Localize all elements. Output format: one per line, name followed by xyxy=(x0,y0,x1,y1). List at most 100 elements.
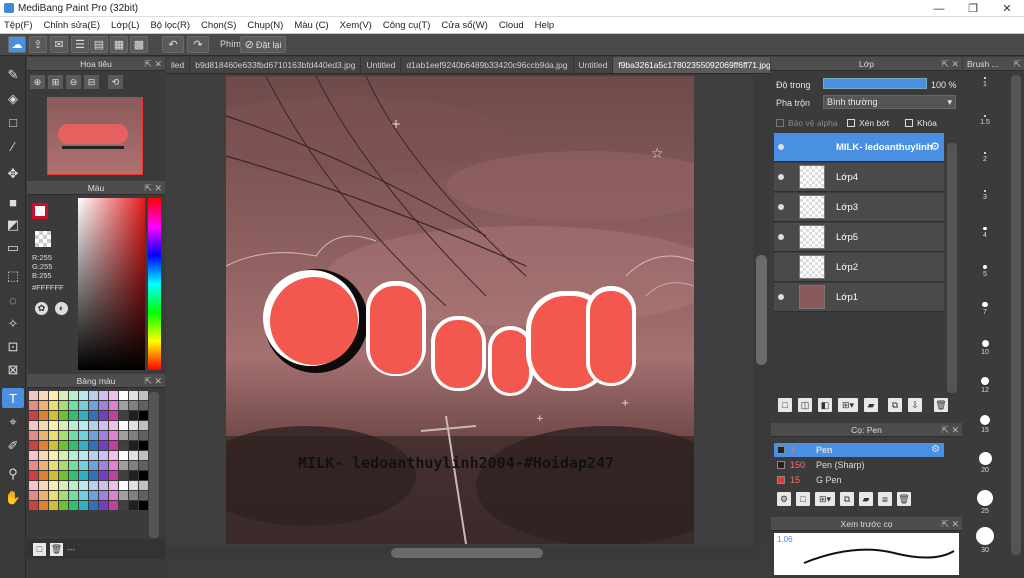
palette-swatch[interactable] xyxy=(119,401,128,410)
palette-swatch[interactable] xyxy=(49,451,58,460)
palette-swatch[interactable] xyxy=(29,391,38,400)
layer-row[interactable]: Lớp3 xyxy=(774,193,944,222)
color-wheel-icon[interactable]: ✿ xyxy=(35,302,48,315)
redo-icon[interactable]: ↷ xyxy=(187,36,209,53)
eyedropper-icon[interactable]: ⚲ xyxy=(2,464,24,484)
palette-swatch[interactable] xyxy=(29,431,38,440)
select-rect-icon[interactable]: ⬚ xyxy=(2,266,24,286)
move-tool-icon[interactable]: ✥ xyxy=(2,164,24,184)
palette-swatch[interactable] xyxy=(59,431,68,440)
brush-row[interactable]: 150 Pen (Sharp) xyxy=(774,458,944,472)
opacity-slider[interactable] xyxy=(823,78,927,89)
gear-icon[interactable]: ⚙ xyxy=(930,140,940,153)
palette-swatch[interactable] xyxy=(99,441,108,450)
palette-swatch[interactable] xyxy=(109,401,118,410)
reset-button[interactable]: ⊘ Đặt lại xyxy=(240,36,286,53)
palette-swatch[interactable] xyxy=(89,411,98,420)
dropper-pen-icon[interactable]: ✐ xyxy=(2,436,24,456)
palette-swatch[interactable] xyxy=(109,411,118,420)
palette-swatch[interactable] xyxy=(129,411,138,420)
folder-icon[interactable]: ▰ xyxy=(864,398,878,412)
palette-swatch[interactable] xyxy=(69,461,78,470)
palette-swatch[interactable] xyxy=(79,451,88,460)
palette-swatch[interactable] xyxy=(109,391,118,400)
palette-swatch[interactable] xyxy=(49,411,58,420)
palette-swatch[interactable] xyxy=(109,481,118,490)
palette-swatch[interactable] xyxy=(49,401,58,410)
brush-size-option[interactable]: 2 xyxy=(967,152,1003,163)
palette-swatch[interactable] xyxy=(139,421,148,430)
add-brush-dropdown-icon[interactable]: ⊞▾ xyxy=(815,492,835,506)
palette-swatch[interactable] xyxy=(89,431,98,440)
palette-swatch[interactable] xyxy=(59,391,68,400)
brush-size-option[interactable]: 5 xyxy=(967,264,1003,278)
panel-expand-icon[interactable]: ⇱ xyxy=(1013,57,1021,71)
lasso-icon[interactable]: ◌ xyxy=(2,290,24,310)
palette-swatch[interactable] xyxy=(59,461,68,470)
duplicate-layer-icon[interactable]: ⧉ xyxy=(888,398,902,412)
palette-swatch[interactable] xyxy=(69,491,78,500)
menu-edit[interactable]: Chỉnh sửa(E) xyxy=(44,20,101,31)
palette-swatch[interactable] xyxy=(39,411,48,420)
palette-swatch[interactable] xyxy=(39,451,48,460)
add-layer-dropdown-icon[interactable]: ⊞▾ xyxy=(838,398,858,412)
blend-mode-select[interactable]: Bình thường ▾ xyxy=(823,95,956,109)
palette-swatch[interactable] xyxy=(129,421,138,430)
palette-swatch[interactable] xyxy=(89,441,98,450)
list-icon[interactable]: ▦ xyxy=(110,36,128,53)
menu-help[interactable]: Help xyxy=(535,20,555,31)
palette-swatch[interactable] xyxy=(79,491,88,500)
clip-checkbox[interactable] xyxy=(847,119,855,127)
chat-icon[interactable]: ☰ xyxy=(71,36,89,53)
palette-swatch[interactable] xyxy=(59,441,68,450)
menu-window[interactable]: Cửa sổ(W) xyxy=(441,20,487,31)
palette-swatch[interactable] xyxy=(69,391,78,400)
brush-size-option[interactable]: 30 xyxy=(967,527,1003,554)
fill-rect-tool-icon[interactable]: ■ xyxy=(2,192,24,212)
palette-swatch[interactable] xyxy=(119,411,128,420)
cloud-icon[interactable]: ☁ xyxy=(8,36,26,53)
gear-icon[interactable]: ⚙ xyxy=(931,443,940,457)
rotate-icon[interactable]: ⟲ xyxy=(108,75,123,89)
palette-swatch[interactable] xyxy=(129,401,138,410)
palette-swatch[interactable] xyxy=(59,471,68,480)
palette-swatch[interactable] xyxy=(99,501,108,510)
palette-swatch[interactable] xyxy=(69,401,78,410)
visibility-icon[interactable] xyxy=(778,294,784,300)
new-8bit-layer-icon[interactable]: ◧ xyxy=(818,398,832,412)
palette-swatch[interactable] xyxy=(39,491,48,500)
palette-swatch[interactable] xyxy=(89,491,98,500)
saturation-value-picker[interactable] xyxy=(78,198,145,370)
delete-palette-icon[interactable]: 🗑 xyxy=(50,542,63,556)
minimize-button[interactable]: — xyxy=(922,0,956,17)
palette-swatch[interactable] xyxy=(59,421,68,430)
palette-swatch[interactable] xyxy=(99,401,108,410)
bucket-tool-icon[interactable]: ◩ xyxy=(2,215,24,235)
visibility-icon[interactable] xyxy=(778,144,784,150)
palette-swatch[interactable] xyxy=(89,391,98,400)
fit-icon[interactable]: ⊞ xyxy=(48,75,63,89)
palette-swatch[interactable] xyxy=(79,431,88,440)
brush-duplicate-icon[interactable]: ⧈ xyxy=(878,492,892,506)
palette-swatch[interactable] xyxy=(129,451,138,460)
palette-swatch[interactable] xyxy=(69,451,78,460)
palette-swatch[interactable] xyxy=(119,431,128,440)
palette-swatch[interactable] xyxy=(129,391,138,400)
palette-swatch[interactable] xyxy=(129,491,138,500)
layer-row[interactable]: Lớp1 xyxy=(774,283,944,312)
palette-swatch[interactable] xyxy=(69,421,78,430)
panel-expand-icon[interactable]: ⇱ ✕ xyxy=(941,57,959,71)
palette-swatch[interactable] xyxy=(109,461,118,470)
palette-swatch[interactable] xyxy=(89,471,98,480)
palette-swatch[interactable] xyxy=(59,481,68,490)
tab-doc-2[interactable]: b9d818460e633fbd6710163bfd440ed3.jpg xyxy=(190,57,362,73)
palette-swatch[interactable] xyxy=(69,481,78,490)
palette-swatch[interactable] xyxy=(129,471,138,480)
actual-size-icon[interactable]: ⊟ xyxy=(84,75,99,89)
palette-swatch[interactable] xyxy=(29,411,38,420)
close-button[interactable]: ✕ xyxy=(990,0,1024,17)
palette-swatch[interactable] xyxy=(139,471,148,480)
tab-doc-4[interactable]: d1ab1eef9240b6489b33420c96ccb9da.jpg xyxy=(401,57,574,73)
palette-swatch[interactable] xyxy=(79,461,88,470)
vertical-scrollbar[interactable] xyxy=(753,75,770,545)
